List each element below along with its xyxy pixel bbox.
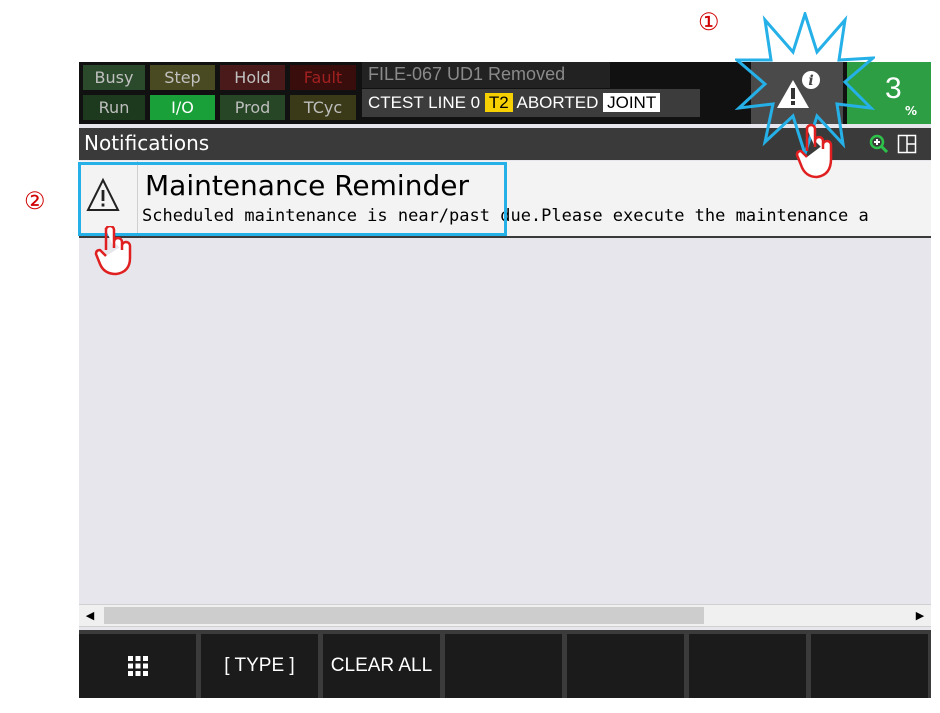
scroll-right-icon[interactable]: ▶ [911,607,929,624]
lamp-tcyc: TCyc [290,95,356,120]
function-key-bar: [ TYPE ] CLEAR ALL [79,630,931,698]
pointing-hand-icon [94,226,132,276]
grid-menu-icon [127,655,148,676]
callout-number-2: ② [24,187,46,215]
clear-all-fkey[interactable]: CLEAR ALL [323,634,440,698]
lamp-run: Run [83,95,145,120]
menu-fkey[interactable] [79,634,196,698]
lamp-hold: Hold [220,65,285,90]
override-value: 3 [885,72,902,105]
lamp-busy: Busy [83,65,145,90]
fkey-5[interactable] [567,634,684,698]
lamp-io: I/O [150,95,215,120]
scroll-left-icon[interactable]: ◀ [81,607,99,624]
override-unit: % [905,104,918,118]
program-status-line[interactable]: CTEST LINE 0 T2 ABORTED JOINT [362,89,700,117]
page-title: Notifications [84,131,210,155]
lamp-prod: Prod [220,95,285,120]
alarm-message-line[interactable]: FILE-067 UD1 Removed [362,62,610,88]
mode-badge: T2 [484,93,513,112]
pointing-hand-icon [795,123,833,179]
coord-badge: JOINT [603,93,661,112]
callout-highlight-box [78,162,507,236]
program-state: ABORTED [516,93,599,112]
fkey-4[interactable] [445,634,562,698]
lamp-step: Step [150,65,215,90]
layout-icon[interactable] [897,134,917,158]
type-fkey[interactable]: [ TYPE ] [201,634,318,698]
lamp-fault: Fault [290,65,356,90]
horizontal-scrollbar[interactable]: ◀ ▶ [79,604,931,627]
callout-number-1: ① [698,8,720,36]
scrollbar-thumb[interactable] [104,607,704,624]
program-line-text: CTEST LINE 0 [368,93,481,112]
fkey-6[interactable] [689,634,806,698]
fkey-7[interactable] [811,634,928,698]
